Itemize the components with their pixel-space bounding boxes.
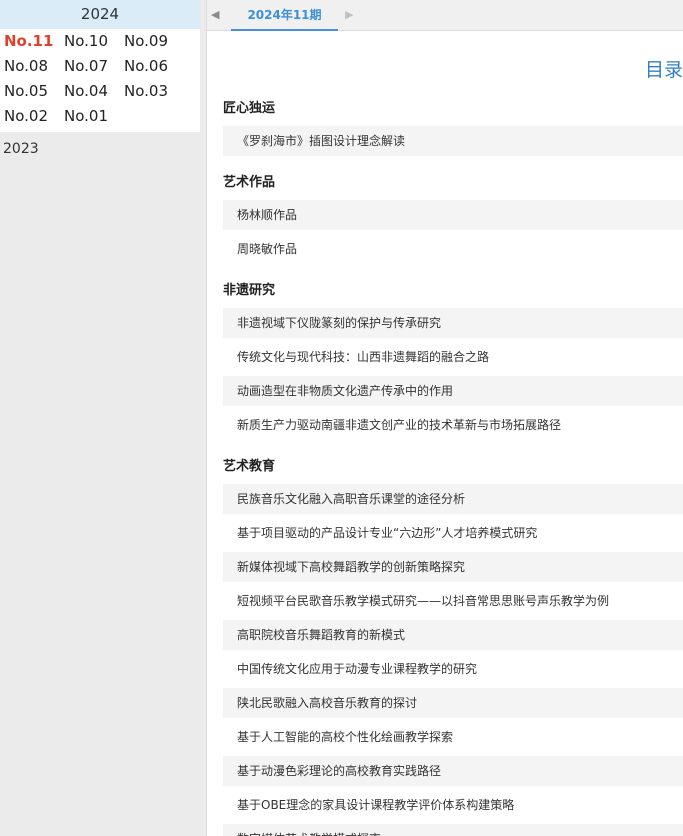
issue-no11[interactable]: No.11 <box>4 29 64 54</box>
issue-tabbar: ◀ 2024年11期 ▶ <box>207 0 683 31</box>
year-link-2023[interactable]: 2023 <box>3 141 39 157</box>
issue-no07[interactable]: No.07 <box>64 54 124 79</box>
issue-no08[interactable]: No.08 <box>4 54 64 79</box>
toc-title: 目录 <box>644 59 683 81</box>
issue-no01[interactable]: No.01 <box>64 104 124 129</box>
issue-no02[interactable]: No.02 <box>4 104 64 129</box>
article-link[interactable]: 陕北民歌融入高校音乐教育的探讨 <box>223 688 683 718</box>
article-link[interactable]: 传统文化与现代科技：山西非遗舞蹈的融合之路 <box>223 342 683 372</box>
article-link[interactable]: 数字媒体艺术教学模式探索 <box>223 824 683 836</box>
tab-2024-11[interactable]: 2024年11期 <box>231 0 338 31</box>
section-title: 艺术教育 <box>223 459 276 474</box>
toc-content: 目录 匠心独运 《罗刹海市》插图设计理念解读 艺术作品 杨林顺作品 周晓敏作品 … <box>207 31 683 836</box>
sidebar: 2024 No.11 No.10 No.09 No.08 No.07 No.06… <box>0 0 207 836</box>
article-link[interactable]: 杨林顺作品 <box>223 200 683 230</box>
article-link[interactable]: 民族音乐文化融入高职音乐课堂的途径分析 <box>223 484 683 514</box>
article-link[interactable]: 基于人工智能的高校个性化绘画教学探索 <box>223 722 683 752</box>
article-link[interactable]: 新媒体视域下高校舞蹈教学的创新策略探究 <box>223 552 683 582</box>
article-link[interactable]: 《罗刹海市》插图设计理念解读 <box>223 126 683 156</box>
issue-no09[interactable]: No.09 <box>124 29 184 54</box>
article-link[interactable]: 中国传统文化应用于动漫专业课程教学的研究 <box>223 654 683 684</box>
article-link[interactable]: 高职院校音乐舞蹈教育的新模式 <box>223 620 683 650</box>
issue-no06[interactable]: No.06 <box>124 54 184 79</box>
tab-next-arrow-icon[interactable]: ▶ <box>345 8 353 21</box>
issue-no05[interactable]: No.05 <box>4 79 64 104</box>
section-title: 非遗研究 <box>223 283 276 298</box>
year-header-2024[interactable]: 2024 <box>0 0 200 29</box>
tab-label: 2024年11期 <box>247 8 322 22</box>
section-title: 匠心独运 <box>223 101 276 116</box>
year-panel-2024: 2024 No.11 No.10 No.09 No.08 No.07 No.06… <box>0 0 200 132</box>
article-link[interactable]: 基于动漫色彩理论的高校教育实践路径 <box>223 756 683 786</box>
issue-no10[interactable]: No.10 <box>64 29 124 54</box>
section-title: 艺术作品 <box>223 175 276 190</box>
article-link[interactable]: 短视频平台民歌音乐教学模式研究——以抖音常思思账号声乐教学为例 <box>223 586 683 616</box>
tab-prev-arrow-icon[interactable]: ◀ <box>211 8 219 21</box>
issue-no03[interactable]: No.03 <box>124 79 184 104</box>
article-link[interactable]: 新质生产力驱动南疆非遗文创产业的技术革新与市场拓展路径 <box>223 410 683 440</box>
article-link[interactable]: 周晓敏作品 <box>223 234 683 264</box>
article-link[interactable]: 基于项目驱动的产品设计专业“六边形”人才培养模式研究 <box>223 518 683 548</box>
article-link[interactable]: 基于OBE理念的家具设计课程教学评价体系构建策略 <box>223 790 683 820</box>
article-link[interactable]: 动画造型在非物质文化遗产传承中的作用 <box>223 376 683 406</box>
issue-no04[interactable]: No.04 <box>64 79 124 104</box>
issue-grid: No.11 No.10 No.09 No.08 No.07 No.06 No.0… <box>0 29 200 132</box>
article-link[interactable]: 非遗视域下仪陇篆刻的保护与传承研究 <box>223 308 683 338</box>
